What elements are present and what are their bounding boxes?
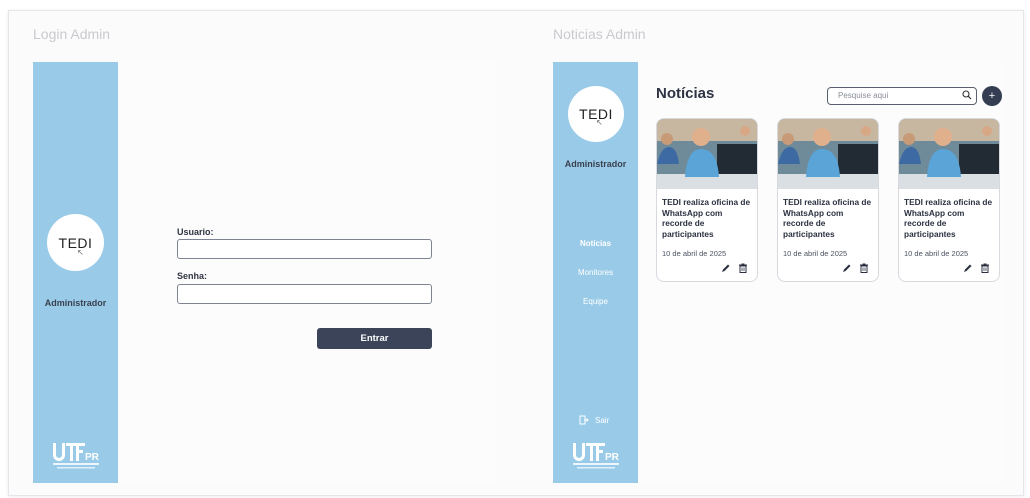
svg-text:PR: PR — [85, 452, 100, 463]
trash-icon[interactable] — [738, 263, 748, 273]
news-card[interactable]: TEDI realiza oficina de WhatsApp com rec… — [898, 118, 1000, 282]
login-frame-title: Login Admin — [33, 26, 111, 42]
news-avatar: TEDI — [568, 86, 624, 142]
nav-item-monitores[interactable]: Monitores — [553, 268, 638, 277]
login-avatar: TEDI — [47, 214, 104, 271]
svg-text:PR: PR — [605, 452, 620, 463]
password-label: Senha: — [177, 271, 208, 281]
username-field[interactable] — [177, 239, 432, 259]
news-card-title: TEDI realiza oficina de WhatsApp com rec… — [783, 197, 872, 239]
nav-item-noticias[interactable]: Notícias — [553, 239, 638, 248]
news-photo — [778, 119, 878, 189]
news-photo — [899, 119, 999, 189]
news-card-date: 10 de abril de 2025 — [783, 249, 848, 258]
news-frame-title: Noticias Admin — [553, 26, 646, 42]
logout-icon — [579, 415, 589, 425]
login-admin-label: Administrador — [44, 298, 107, 308]
utfpr-logo: PR — [51, 439, 101, 471]
page-title: Notícias — [656, 85, 715, 102]
edit-icon[interactable] — [963, 263, 973, 273]
trash-icon[interactable] — [859, 263, 869, 273]
news-card-title: TEDI realiza oficina de WhatsApp com rec… — [904, 197, 993, 239]
login-avatar-text: TEDI — [58, 234, 93, 251]
news-card-title: TEDI realiza oficina de WhatsApp com rec… — [662, 197, 751, 239]
news-card[interactable]: TEDI realiza oficina de WhatsApp com rec… — [777, 118, 879, 282]
cursor-icon: ↖ — [596, 118, 603, 127]
login-frame: TEDI ↖ Administrador PR Usuario: Senha: … — [33, 62, 497, 483]
search-input[interactable]: Pesquise aqui — [827, 87, 977, 105]
trash-icon[interactable] — [980, 263, 990, 273]
news-photo — [657, 119, 757, 189]
utfpr-logo-icon: PR — [53, 443, 100, 469]
news-frame: TEDI ↖ Administrador Notícias Monitores … — [553, 62, 1005, 483]
username-label: Usuario: — [177, 227, 214, 237]
news-card-date: 10 de abril de 2025 — [904, 249, 969, 258]
news-sidebar: TEDI ↖ Administrador Notícias Monitores … — [553, 62, 638, 483]
edit-icon[interactable] — [721, 263, 731, 273]
cursor-icon: ↖ — [77, 248, 84, 257]
news-card[interactable]: TEDI realiza oficina de WhatsApp com rec… — [656, 118, 758, 282]
search-placeholder: Pesquise aqui — [838, 91, 889, 100]
logout-button[interactable]: Sair — [579, 415, 609, 425]
login-sidebar: TEDI ↖ Administrador PR — [33, 62, 118, 483]
add-news-button[interactable]: + — [982, 86, 1002, 106]
password-field[interactable] — [177, 284, 432, 304]
news-admin-label: Administrador — [564, 159, 627, 169]
utfpr-logo-icon: PR — [573, 443, 620, 469]
search-icon[interactable] — [962, 90, 972, 100]
edit-icon[interactable] — [842, 263, 852, 273]
nav-item-equipe[interactable]: Equipe — [553, 297, 638, 306]
utfpr-logo: PR — [571, 439, 621, 471]
logout-label: Sair — [595, 415, 610, 425]
login-submit-button[interactable]: Entrar — [317, 328, 432, 349]
news-card-date: 10 de abril de 2025 — [662, 249, 727, 258]
